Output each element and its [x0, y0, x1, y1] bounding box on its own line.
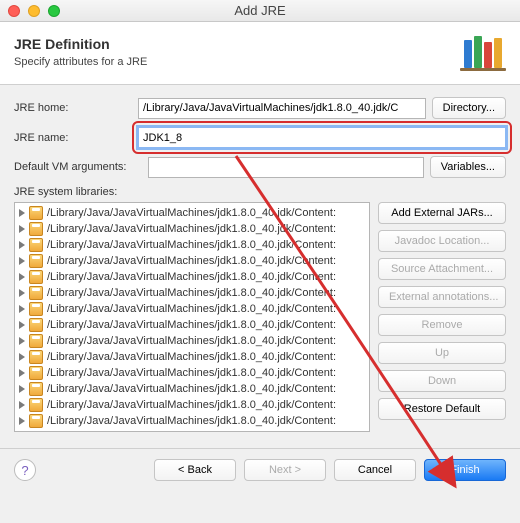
source-attachment-button[interactable]: Source Attachment... — [378, 258, 506, 280]
disclosure-triangle-icon[interactable] — [19, 401, 25, 409]
disclosure-triangle-icon[interactable] — [19, 353, 25, 361]
next-button[interactable]: Next > — [244, 459, 326, 481]
library-path: /Library/Java/JavaVirtualMachines/jdk1.8… — [47, 255, 336, 267]
library-item[interactable]: /Library/Java/JavaVirtualMachines/jdk1.8… — [15, 413, 369, 429]
vm-args-label: Default VM arguments: — [14, 161, 142, 173]
titlebar: Add JRE — [0, 0, 520, 22]
javadoc-location-button[interactable]: Javadoc Location... — [378, 230, 506, 252]
disclosure-triangle-icon[interactable] — [19, 417, 25, 425]
library-item[interactable]: /Library/Java/JavaVirtualMachines/jdk1.8… — [15, 301, 369, 317]
dialog-footer: ? < Back Next > Cancel Finish — [0, 459, 520, 493]
library-buttons: Add External JARs... Javadoc Location...… — [378, 202, 506, 432]
jar-icon — [29, 238, 43, 252]
library-path: /Library/Java/JavaVirtualMachines/jdk1.8… — [47, 319, 336, 331]
down-button[interactable]: Down — [378, 370, 506, 392]
library-path: /Library/Java/JavaVirtualMachines/jdk1.8… — [47, 399, 336, 411]
library-item[interactable]: /Library/Java/JavaVirtualMachines/jdk1.8… — [15, 205, 369, 221]
separator — [0, 448, 520, 449]
zoom-icon[interactable] — [48, 5, 60, 17]
library-path: /Library/Java/JavaVirtualMachines/jdk1.8… — [47, 223, 336, 235]
jar-icon — [29, 382, 43, 396]
directory-button[interactable]: Directory... — [432, 97, 506, 119]
jar-icon — [29, 414, 43, 428]
remove-button[interactable]: Remove — [378, 314, 506, 336]
header-subtitle: Specify attributes for a JRE — [14, 56, 147, 68]
back-button[interactable]: < Back — [154, 459, 236, 481]
disclosure-triangle-icon[interactable] — [19, 225, 25, 233]
library-path: /Library/Java/JavaVirtualMachines/jdk1.8… — [47, 287, 336, 299]
dialog-header: JRE Definition Specify attributes for a … — [0, 22, 520, 85]
library-item[interactable]: /Library/Java/JavaVirtualMachines/jdk1.8… — [15, 365, 369, 381]
external-annotations-button[interactable]: External annotations... — [378, 286, 506, 308]
jre-home-label: JRE home: — [14, 102, 132, 114]
library-item[interactable]: /Library/Java/JavaVirtualMachines/jdk1.8… — [15, 221, 369, 237]
disclosure-triangle-icon[interactable] — [19, 337, 25, 345]
dialog-content: JRE home: Directory... JRE name: Default… — [0, 85, 520, 440]
jar-icon — [29, 398, 43, 412]
disclosure-triangle-icon[interactable] — [19, 369, 25, 377]
library-path: /Library/Java/JavaVirtualMachines/jdk1.8… — [47, 383, 336, 395]
restore-default-button[interactable]: Restore Default — [378, 398, 506, 420]
library-item[interactable]: /Library/Java/JavaVirtualMachines/jdk1.8… — [15, 397, 369, 413]
disclosure-triangle-icon[interactable] — [19, 305, 25, 313]
jar-icon — [29, 286, 43, 300]
header-title: JRE Definition — [14, 36, 147, 52]
library-item[interactable]: /Library/Java/JavaVirtualMachines/jdk1.8… — [15, 269, 369, 285]
jar-icon — [29, 206, 43, 220]
library-item[interactable]: /Library/Java/JavaVirtualMachines/jdk1.8… — [15, 333, 369, 349]
library-path: /Library/Java/JavaVirtualMachines/jdk1.8… — [47, 415, 336, 427]
disclosure-triangle-icon[interactable] — [19, 257, 25, 265]
disclosure-triangle-icon[interactable] — [19, 321, 25, 329]
add-external-jars-button[interactable]: Add External JARs... — [378, 202, 506, 224]
disclosure-triangle-icon[interactable] — [19, 289, 25, 297]
window-controls — [8, 5, 60, 17]
library-item[interactable]: /Library/Java/JavaVirtualMachines/jdk1.8… — [15, 349, 369, 365]
jar-icon — [29, 302, 43, 316]
library-path: /Library/Java/JavaVirtualMachines/jdk1.8… — [47, 367, 336, 379]
finish-button[interactable]: Finish — [424, 459, 506, 481]
jar-icon — [29, 350, 43, 364]
jre-home-input[interactable] — [138, 98, 426, 119]
library-icon — [460, 32, 506, 72]
jar-icon — [29, 334, 43, 348]
disclosure-triangle-icon[interactable] — [19, 273, 25, 281]
jar-icon — [29, 222, 43, 236]
help-button[interactable]: ? — [14, 459, 36, 481]
library-path: /Library/Java/JavaVirtualMachines/jdk1.8… — [47, 303, 336, 315]
jre-name-input[interactable] — [138, 127, 506, 148]
library-item[interactable]: /Library/Java/JavaVirtualMachines/jdk1.8… — [15, 253, 369, 269]
up-button[interactable]: Up — [378, 342, 506, 364]
library-path: /Library/Java/JavaVirtualMachines/jdk1.8… — [47, 239, 336, 251]
disclosure-triangle-icon[interactable] — [19, 385, 25, 393]
close-icon[interactable] — [8, 5, 20, 17]
library-item[interactable]: /Library/Java/JavaVirtualMachines/jdk1.8… — [15, 381, 369, 397]
jar-icon — [29, 318, 43, 332]
library-item[interactable]: /Library/Java/JavaVirtualMachines/jdk1.8… — [15, 285, 369, 301]
jar-icon — [29, 254, 43, 268]
system-libraries-list[interactable]: /Library/Java/JavaVirtualMachines/jdk1.8… — [14, 202, 370, 432]
jar-icon — [29, 366, 43, 380]
variables-button[interactable]: Variables... — [430, 156, 506, 178]
minimize-icon[interactable] — [28, 5, 40, 17]
system-libraries-label: JRE system libraries: — [14, 186, 506, 198]
window-title: Add JRE — [0, 3, 520, 18]
jar-icon — [29, 270, 43, 284]
library-path: /Library/Java/JavaVirtualMachines/jdk1.8… — [47, 351, 336, 363]
library-path: /Library/Java/JavaVirtualMachines/jdk1.8… — [47, 207, 336, 219]
jre-name-label: JRE name: — [14, 132, 132, 144]
cancel-button[interactable]: Cancel — [334, 459, 416, 481]
disclosure-triangle-icon[interactable] — [19, 241, 25, 249]
library-path: /Library/Java/JavaVirtualMachines/jdk1.8… — [47, 271, 336, 283]
library-path: /Library/Java/JavaVirtualMachines/jdk1.8… — [47, 335, 336, 347]
vm-args-input[interactable] — [148, 157, 424, 178]
library-item[interactable]: /Library/Java/JavaVirtualMachines/jdk1.8… — [15, 317, 369, 333]
disclosure-triangle-icon[interactable] — [19, 209, 25, 217]
library-item[interactable]: /Library/Java/JavaVirtualMachines/jdk1.8… — [15, 237, 369, 253]
